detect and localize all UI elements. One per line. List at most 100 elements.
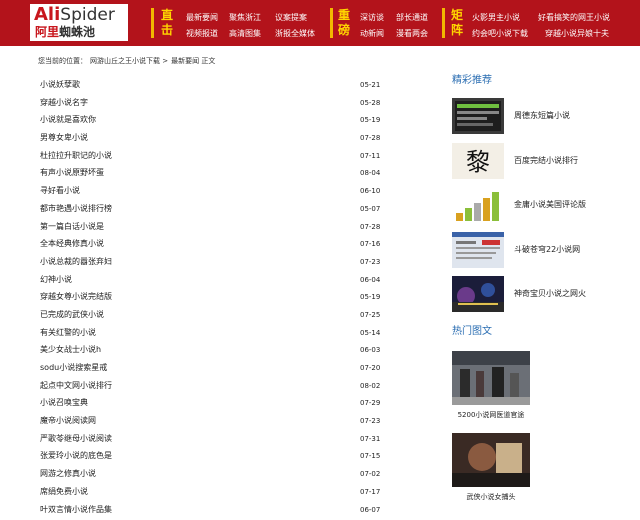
article-date: 05-21 [360, 81, 381, 89]
nav-divider [330, 8, 333, 38]
nav-link[interactable]: 火影男主小说 [472, 13, 520, 23]
article-title-link[interactable]: 寻好看小说 [40, 185, 80, 196]
article-date: 07-02 [360, 470, 381, 479]
article-row: 起点中文网小说排行 08-02 [38, 380, 383, 398]
nav-link[interactable]: 浙报全媒体 [275, 29, 315, 39]
article-date: 07-16 [360, 240, 381, 249]
nav-link[interactable]: 聚焦浙江 [229, 13, 261, 23]
hot-caption: 5200小说网医道官途 [457, 411, 525, 419]
article-title-link[interactable]: 小说妖孽歌 [40, 79, 80, 90]
hot-item[interactable]: 5200小说网医道官途 [452, 351, 530, 420]
hot-caption: 武侠小说女捕头 [466, 493, 516, 501]
breadcrumb-separator: > [162, 57, 169, 65]
nav-link[interactable]: 约会吧小说下载 [472, 29, 528, 39]
article-title-link[interactable]: 叶双言情小说作品集 [40, 504, 112, 515]
article-row: 全本经典修真小说 07-16 [38, 238, 383, 256]
svg-text:黎: 黎 [466, 148, 490, 176]
article-date: 06-03 [360, 346, 381, 355]
article-title-link[interactable]: 幻神小说 [40, 274, 72, 285]
screenshot-thumb [452, 232, 504, 268]
article-row: 都市艳遇小说排行榜 05-07 [38, 203, 383, 221]
article-row: 严歌苓继母小说阅读 07-31 [38, 433, 383, 451]
nav-link[interactable]: 高清图集 [229, 29, 261, 39]
nav-link[interactable]: 深访谈 [360, 13, 384, 23]
article-title-link[interactable]: 起点中文网小说排行 [40, 380, 112, 391]
recommended-item[interactable]: 黎 百度完结小说排行 [452, 143, 632, 179]
article-date: 07-25 [360, 310, 381, 319]
recommended-item[interactable]: 周德东短篇小说 [452, 98, 632, 134]
breadcrumb-prefix: 您当前的位置： [38, 57, 87, 65]
article-title-link[interactable]: 有关红警的小说 [40, 327, 96, 338]
article-row: 小说就是喜欢你 05-19 [38, 114, 383, 132]
nav-head-juzhen: 矩阵 [450, 8, 463, 37]
article-title-link[interactable]: 网游之修真小说 [40, 468, 96, 479]
article-date: 07-17 [360, 487, 381, 496]
article-date: 05-14 [360, 328, 381, 337]
article-date: 06-10 [360, 187, 381, 196]
article-row: 小说召唤宝典 07-29 [38, 397, 383, 415]
recommended-item[interactable]: 斗破苍穹22小说网 [452, 232, 632, 268]
site-header: AliSpider 阿里蜘蛛池 直击 最新要闻 聚焦浙江 议案提案 视频报道 高… [0, 0, 640, 46]
article-date: 07-20 [360, 364, 381, 372]
nav-link[interactable]: 动新闻 [360, 29, 384, 39]
article-row: sodu小说搜索星戒 07-20 [38, 362, 383, 380]
article-title-link[interactable]: sodu小说搜索星戒 [40, 362, 107, 373]
breadcrumb-home-link[interactable]: 网游山丘之王小说下载 [90, 57, 160, 65]
article-title-link[interactable]: 美少女战士小说h [40, 344, 101, 355]
article-title-link[interactable]: 杜拉拉升职记的小说 [40, 150, 112, 161]
article-title-link[interactable]: 都市艳遇小说排行榜 [40, 203, 112, 214]
site-logo[interactable]: AliSpider 阿里蜘蛛池 [30, 4, 128, 41]
article-list: 小说妖孽歌 05-21 穿越小说名字 05-28 小说就是喜欢你 05-19 男尊女卑小说 0… [38, 79, 383, 520]
nav-link[interactable]: 好看搞笑的网王小说 [538, 13, 610, 23]
recommended-title: 精彩推荐 [452, 75, 492, 86]
action-photo-thumb [452, 433, 530, 487]
hot-item[interactable]: 武侠小说女捕头 [452, 433, 530, 502]
article-date: 07-15 [360, 452, 381, 461]
nav-link[interactable]: 部长通道 [396, 13, 428, 23]
article-title-link[interactable]: 全本经典修真小说 [40, 238, 104, 249]
article-row: 网游之修真小说 07-02 [38, 468, 383, 486]
article-row: 有声小说原野坏蛋 08-04 [38, 167, 383, 185]
hot-title: 热门图文 [452, 326, 492, 337]
article-title-link[interactable]: 穿越女尊小说完结版 [40, 291, 112, 302]
nav-link[interactable]: 穿越小说异娘十夫 [545, 29, 609, 39]
breadcrumb: 您当前的位置： 网游山丘之王小说下载 > 最新要闻 正文 [38, 56, 218, 66]
article-title-link[interactable]: 席绢免费小说 [40, 486, 88, 497]
article-title-link[interactable]: 穿越小说名字 [40, 97, 88, 108]
article-date: 06-07 [360, 505, 381, 514]
nav-head-zhongbang: 重磅 [337, 8, 350, 37]
article-title-link[interactable]: 男尊女卑小说 [40, 132, 88, 143]
breadcrumb-section-link[interactable]: 最新要闻 [171, 57, 199, 65]
recommended-item[interactable]: 金庸小说美国评论版 [452, 187, 632, 223]
article-row: 男尊女卑小说 07-28 [38, 132, 383, 150]
article-title-link[interactable]: 魔帝小说阅读网 [40, 415, 96, 426]
recommended-label: 周德东短篇小说 [514, 111, 570, 120]
article-date: 06-04 [360, 275, 381, 284]
nav-link[interactable]: 最新要闻 [186, 13, 218, 23]
article-title-link[interactable]: 第一篇白话小说是 [40, 221, 104, 232]
chart-bars-thumb [452, 187, 504, 223]
nav-link[interactable]: 议案提案 [275, 13, 307, 23]
article-date: 07-28 [360, 222, 381, 231]
recommended-item[interactable]: 神奇宝贝小说之网火 [452, 276, 632, 312]
nav-link[interactable]: 漫看两会 [396, 29, 428, 39]
nav-link[interactable]: 视频报道 [186, 29, 218, 39]
article-date: 07-29 [360, 399, 381, 408]
article-title-link[interactable]: 小说召唤宝典 [40, 397, 88, 408]
article-title-link[interactable]: 有声小说原野坏蛋 [40, 167, 104, 178]
article-title-link[interactable]: 小说总裁的囂张弃妇 [40, 256, 112, 267]
night-city-thumb [452, 276, 504, 312]
article-row: 幻神小说 06-04 [38, 274, 383, 292]
article-date: 05-19 [360, 116, 381, 125]
article-title-link[interactable]: 张爱玲小说的底色是 [40, 450, 112, 461]
calligraphy-thumb: 黎 [452, 143, 504, 179]
article-title-link[interactable]: 严歌苓继母小说阅读 [40, 433, 112, 444]
article-row: 杜拉拉升职记的小说 07-11 [38, 150, 383, 168]
article-date: 07-23 [360, 257, 381, 266]
article-title-link[interactable]: 已完成的武侠小说 [40, 309, 104, 320]
article-date: 07-23 [360, 417, 381, 426]
article-title-link[interactable]: 小说就是喜欢你 [40, 114, 96, 125]
article-row: 寻好看小说 06-10 [38, 185, 383, 203]
article-row: 有关红警的小说 05-14 [38, 327, 383, 345]
logo-en: AliSpider [34, 4, 115, 26]
